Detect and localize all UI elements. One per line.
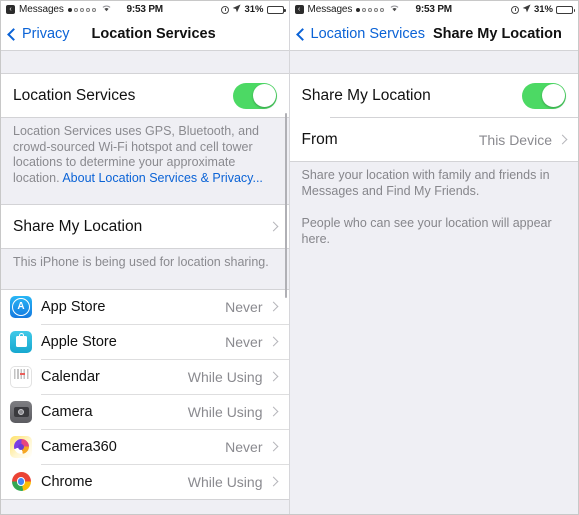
back-button-label: Location Services (310, 26, 425, 42)
page-title-right: Share My Location (432, 26, 562, 42)
right-pane-share-my-location: ‹ Messages 9:53 PM 31% Location Services… (289, 1, 579, 514)
row-share-my-location[interactable]: Share My Location (289, 74, 578, 117)
row-location-services[interactable]: Location Services (1, 74, 289, 117)
chevron-right-icon (268, 221, 278, 232)
location-services-group: Location Services (1, 73, 289, 118)
status-bar-left: ‹ Messages 9:53 PM 31% (1, 1, 289, 18)
app-permission-value: Never (225, 438, 263, 455)
app-name-label: Camera360 (41, 438, 117, 455)
chevron-right-icon (268, 476, 278, 487)
app-name-label: Calendar (41, 368, 100, 385)
toggle-location-services[interactable] (232, 82, 277, 109)
battery-percent-label: 31% (244, 4, 264, 15)
share-my-location-footer: This iPhone is being used for location s… (13, 255, 269, 269)
chevron-right-icon (557, 134, 568, 145)
spacer-top-left (1, 51, 289, 73)
app-name-label: Chrome (41, 473, 93, 490)
back-button-label: Privacy (22, 26, 70, 42)
vertical-scrollbar[interactable] (284, 113, 287, 298)
row-from-label: From (301, 130, 338, 148)
battery-icon (556, 5, 575, 14)
alarm-clock-icon (221, 5, 230, 14)
location-arrow-icon (232, 4, 242, 16)
share-my-location-group: Share My Location (1, 204, 289, 249)
list-item[interactable]: Camera360 Never (1, 429, 289, 464)
status-bar-right: ‹ Messages 9:53 PM 31% (289, 1, 578, 18)
app-permission-value: Never (225, 298, 263, 315)
share-location-footer-paragraph-2: People who can see your location will ap… (301, 216, 552, 246)
app-name-label: Apple Store (41, 333, 117, 350)
row-share-my-location-label: Share My Location (301, 86, 431, 104)
chevron-left-icon (7, 27, 20, 41)
toggle-share-my-location[interactable] (522, 82, 566, 109)
battery-icon (266, 5, 286, 14)
chevron-right-icon (268, 371, 278, 382)
nav-bar-left: Privacy Location Services (1, 18, 289, 51)
row-share-my-location-label: Share My Location (13, 217, 143, 235)
list-item[interactable]: A App Store Never (1, 289, 289, 324)
dual-pane-container: ‹ Messages 9:53 PM 31% Privacy Location … (1, 1, 578, 514)
nav-bar-right: Location Services Share My Location (289, 18, 578, 51)
app-permission-value: While Using (187, 368, 263, 385)
chevron-right-icon (268, 301, 278, 312)
calendar-icon (10, 365, 32, 388)
list-item[interactable]: Calendar While Using (1, 359, 289, 394)
camera360-icon (10, 435, 32, 458)
app-permissions-list: A App Store Never Apple Store Never Cale… (1, 288, 289, 500)
chevron-left-icon (295, 27, 309, 41)
apple-store-icon (10, 330, 32, 353)
alarm-clock-icon (510, 5, 519, 14)
back-button-location-services[interactable]: Location Services (295, 26, 425, 42)
spacer-mid-left (1, 190, 289, 204)
spacer-before-apps (1, 275, 289, 289)
camera-icon (10, 400, 32, 423)
left-pane-location-services: ‹ Messages 9:53 PM 31% Privacy Location … (1, 1, 290, 514)
status-bar-right-group: 31% (510, 4, 575, 16)
app-store-icon: A (10, 295, 32, 318)
page-title-left: Location Services (91, 26, 216, 42)
app-permission-value: Never (225, 333, 263, 350)
chrome-icon (10, 470, 32, 493)
list-item[interactable]: Camera While Using (1, 394, 289, 429)
status-bar-right-group: 31% (221, 4, 286, 16)
app-permission-value: While Using (187, 403, 263, 420)
row-from-value: This Device (478, 131, 552, 148)
location-arrow-icon (522, 4, 531, 16)
screenshot-root: ‹ Messages 9:53 PM 31% Privacy Location … (0, 0, 579, 515)
chevron-right-icon (268, 441, 278, 452)
row-share-my-location[interactable]: Share My Location (1, 205, 289, 248)
right-pane-content: Share My Location From This Device Share… (289, 51, 579, 514)
left-pane-content: Location Services Location Services uses… (1, 51, 289, 514)
share-location-settings-group: Share My Location From This Device (289, 73, 578, 162)
share-location-footer: Share your location with family and frie… (290, 162, 579, 251)
row-location-services-label: Location Services (13, 86, 136, 104)
location-services-footer: Location Services uses GPS, Bluetooth, a… (1, 118, 289, 190)
row-from[interactable]: From This Device (289, 118, 578, 161)
chevron-right-icon (268, 336, 278, 347)
about-location-services-privacy-link[interactable]: About Location Services & Privacy... (62, 171, 263, 185)
share-location-footer-paragraph-1: Share your location with family and frie… (301, 168, 550, 198)
back-button-privacy[interactable]: Privacy (7, 26, 70, 42)
list-item[interactable]: Apple Store Never (1, 324, 289, 359)
app-name-label: App Store (41, 298, 106, 315)
battery-percent-label: 31% (533, 4, 553, 15)
app-permission-value: While Using (187, 473, 263, 490)
list-item[interactable]: Chrome While Using (1, 464, 289, 499)
spacer-top-right (290, 51, 579, 73)
chevron-right-icon (268, 406, 278, 417)
app-name-label: Camera (41, 403, 93, 420)
